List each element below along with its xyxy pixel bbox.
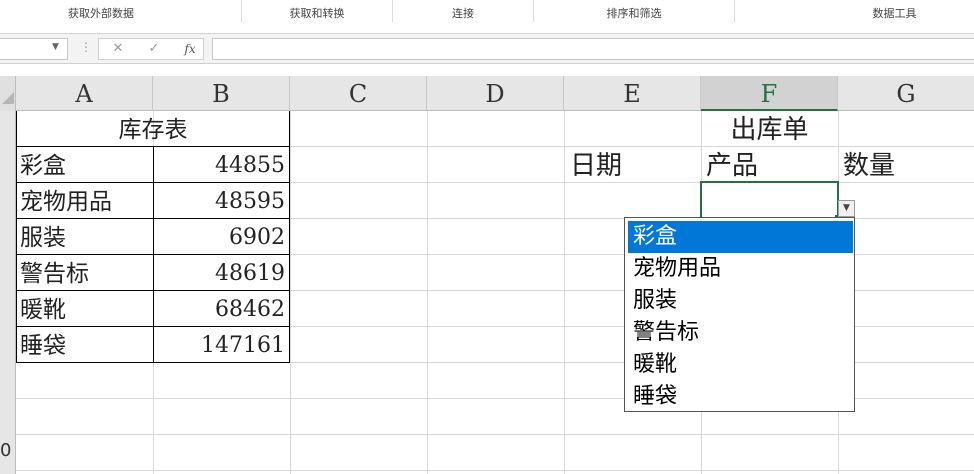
grid-line — [16, 470, 974, 471]
inventory-item-name[interactable]: 睡袋 — [20, 328, 150, 363]
inventory-item-qty[interactable]: 48595 — [155, 184, 285, 219]
grid-line — [564, 111, 565, 474]
inventory-item-name[interactable]: 宠物用品 — [20, 184, 150, 219]
select-all-triangle-icon — [2, 92, 14, 104]
outbound-header-quantity[interactable]: 数量 — [843, 148, 971, 183]
inventory-item-qty[interactable]: 147161 — [155, 328, 285, 363]
column-header-a[interactable]: A — [16, 76, 153, 111]
row-header-label: 0 — [0, 440, 12, 461]
outbound-title[interactable]: 出库单 — [564, 112, 974, 147]
dropdown-option[interactable]: 彩盒 — [628, 221, 853, 253]
column-header-d[interactable]: D — [427, 76, 564, 111]
inventory-item-qty[interactable]: 48619 — [155, 256, 285, 291]
inventory-item-name[interactable]: 警告标 — [20, 256, 150, 291]
table-border — [16, 111, 17, 363]
inventory-item-name[interactable]: 服装 — [20, 220, 150, 255]
active-cell-product[interactable] — [700, 181, 839, 219]
inventory-item-qty[interactable]: 6902 — [155, 220, 285, 255]
ribbon-group-labels: 获取外部数据 获取和转换 连接 排序和筛选 数据工具 — [0, 0, 974, 34]
name-box-dropdown-icon[interactable]: ▼ — [52, 42, 59, 52]
table-border — [289, 111, 290, 363]
column-header-b[interactable]: B — [153, 76, 290, 111]
inventory-item-qty[interactable]: 68462 — [155, 292, 285, 327]
grid-line — [427, 111, 428, 474]
column-header-c[interactable]: C — [290, 76, 427, 111]
table-border — [153, 146, 154, 363]
enter-icon[interactable]: ✓ — [144, 40, 164, 58]
outbound-header-date[interactable]: 日期 — [570, 148, 698, 183]
cancel-icon[interactable]: ✕ — [108, 40, 128, 58]
column-header-g[interactable]: G — [838, 76, 974, 111]
dropdown-option[interactable]: 暖靴 — [628, 349, 853, 381]
dropdown-option[interactable]: 睡袋 — [628, 381, 853, 413]
ribbon-group-connections[interactable]: 连接 — [393, 6, 533, 22]
ribbon-group-get-external-data[interactable]: 获取外部数据 — [0, 6, 202, 22]
formula-bar-grip-icon: ⋮ — [80, 40, 92, 54]
grid-line — [290, 111, 291, 474]
name-box[interactable]: ▼ — [0, 38, 68, 60]
formula-input[interactable] — [212, 38, 974, 60]
ribbon-group-get-transform[interactable]: 获取和转换 — [242, 6, 392, 22]
dropdown-option[interactable]: 警告标 — [628, 317, 853, 349]
insert-function-icon[interactable]: fx — [179, 40, 201, 58]
column-header-f[interactable]: F — [701, 76, 838, 111]
dropdown-arrow-icon[interactable]: ▼ — [838, 200, 855, 217]
outbound-header-product[interactable]: 产品 — [706, 148, 834, 183]
select-all-corner[interactable] — [0, 76, 16, 111]
column-header-e[interactable]: E — [564, 76, 701, 111]
inventory-item-name[interactable]: 彩盒 — [20, 148, 150, 183]
ribbon-group-data-tools[interactable]: 数据工具 — [735, 6, 974, 22]
ribbon-group-sort-filter[interactable]: 排序和筛选 — [534, 6, 734, 22]
dropdown-option[interactable]: 宠物用品 — [628, 253, 853, 285]
dropdown-option[interactable]: 服装 — [628, 285, 853, 317]
inventory-title[interactable]: 库存表 — [16, 112, 290, 147]
inventory-item-qty[interactable]: 44855 — [155, 148, 285, 183]
data-validation-list: 彩盒 宠物用品 服装 警告标 暖靴 睡袋 — [624, 217, 855, 412]
row-header-strip[interactable] — [0, 111, 16, 474]
inventory-item-name[interactable]: 暖靴 — [20, 292, 150, 327]
grid-line — [16, 434, 974, 435]
